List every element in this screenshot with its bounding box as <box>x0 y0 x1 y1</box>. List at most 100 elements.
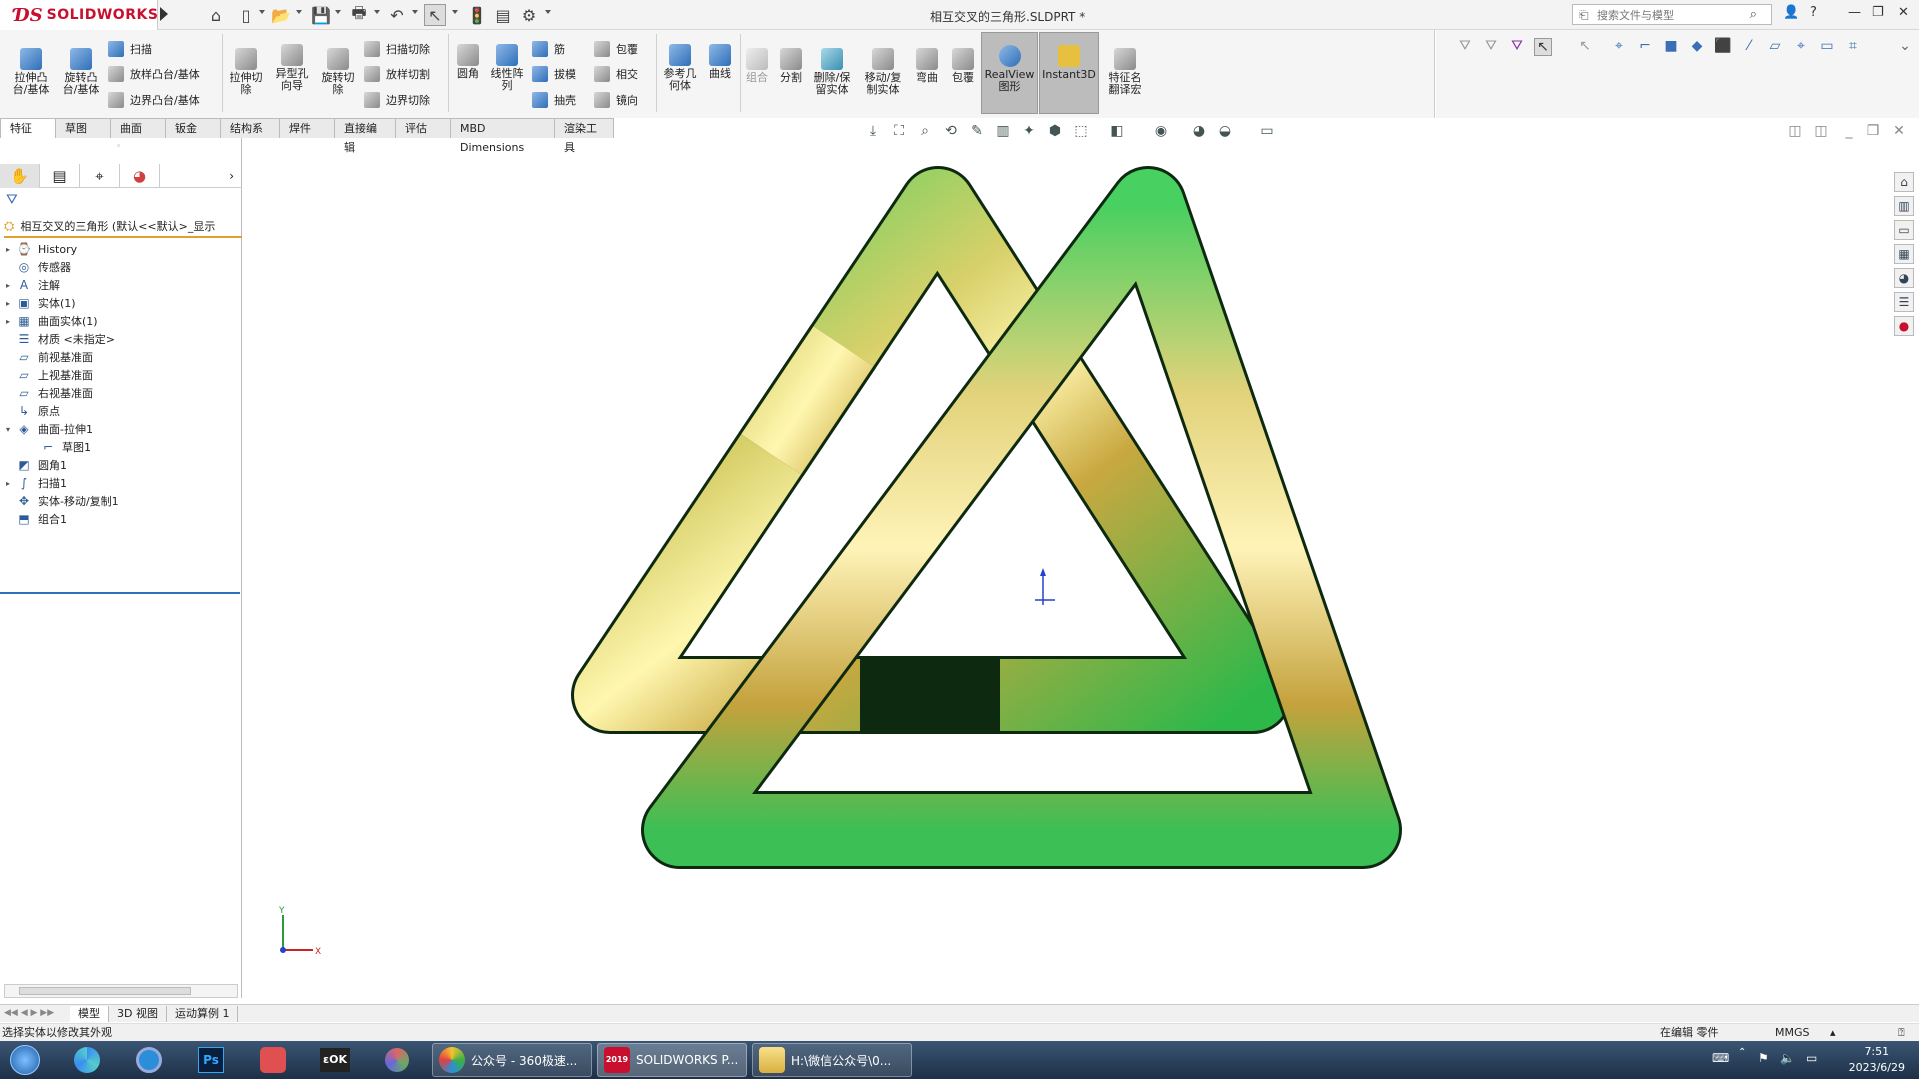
search-input[interactable]: ⎗ 搜索文件与模型 ⌕ <box>1572 4 1772 25</box>
taskbar-app-fan[interactable] <box>374 1044 420 1076</box>
filter-surface-icon[interactable]: ◆ <box>1688 38 1706 56</box>
search-scope-icon[interactable]: ⎗ <box>1579 8 1589 23</box>
select-arrow-icon[interactable]: ↖ <box>424 4 446 26</box>
new-document-icon[interactable]: ▯ <box>235 4 257 26</box>
help-icon[interactable]: ? <box>1810 5 1817 20</box>
system-clock[interactable]: 7:51 2023/6/29 <box>1849 1044 1905 1076</box>
viewport-tile-right-icon[interactable]: ◫ <box>1812 123 1830 141</box>
filter-solid-icon[interactable]: ⬛ <box>1714 38 1732 56</box>
display-manager-tab[interactable]: ◕ <box>120 164 160 188</box>
viewport-close-icon[interactable]: ✕ <box>1890 123 1908 141</box>
tab-nav-arrows-icon[interactable]: ◀◀ ◀ ▶ ▶▶ <box>0 1006 70 1022</box>
tab-model[interactable]: 模型 <box>70 1005 109 1022</box>
tab-render-tools[interactable]: 渲染工具 <box>554 118 614 154</box>
tree-item-history[interactable]: ▸ ⌚ History <box>6 240 77 258</box>
realview-graphics-button[interactable]: RealView 图形 <box>981 32 1038 114</box>
home-icon[interactable]: ⌂ <box>205 4 227 26</box>
mirror-button[interactable]: 镜向 <box>594 91 638 109</box>
tray-expand-icon[interactable]: ⌃ <box>1738 1047 1746 1058</box>
display-style-icon[interactable]: ◧ <box>1108 123 1126 141</box>
taskbar-button-solidworks[interactable]: 2019 SOLIDWORKS P... <box>597 1043 747 1077</box>
tab-features[interactable]: 特征 <box>0 118 56 138</box>
hide-show-items-icon[interactable]: ◉ <box>1152 123 1170 141</box>
tree-item-solid-bodies[interactable]: ▸ ▣ 实体(1) <box>6 294 76 312</box>
viewport-restore-icon[interactable]: ❐ <box>1864 123 1882 141</box>
boundary-boss-button[interactable]: 边界凸台/基体 <box>108 91 200 109</box>
custom-properties-icon[interactable]: ☰ <box>1894 292 1914 312</box>
rebuild-traffic-light-icon[interactable]: 🚦 <box>466 4 488 26</box>
tab-mbd-dimensions[interactable]: MBD Dimensions <box>450 118 555 154</box>
solidworks-resources-icon[interactable]: ⌂ <box>1894 172 1914 192</box>
sweep-cut-button[interactable]: 扫描切除 <box>364 40 430 58</box>
filter-icon[interactable]: ⛛ <box>1456 38 1474 56</box>
appearances-icon[interactable]: ◕ <box>1894 268 1914 288</box>
tree-item-right-plane[interactable]: ▱ 右视基准面 <box>6 384 93 402</box>
tray-flag-icon[interactable]: ⚑ <box>1758 1051 1769 1065</box>
taskbar-app-photoshop[interactable]: Ps <box>188 1044 234 1076</box>
extrude-cut-button[interactable]: 拉伸切 除 <box>226 48 266 96</box>
tree-item-material[interactable]: ☰ 材质 <未指定> <box>6 330 115 348</box>
restore-icon[interactable]: ❐ <box>1872 5 1884 20</box>
open-dropdown-icon[interactable] <box>296 10 302 14</box>
filter-dimension-icon[interactable]: ⌗ <box>1844 38 1862 56</box>
select-cursor-icon[interactable]: ↖ <box>1534 38 1552 56</box>
sweep-button[interactable]: 扫描 <box>108 40 152 58</box>
minimize-icon[interactable]: — <box>1848 5 1861 20</box>
revolve-boss-button[interactable]: 旋转凸 台/基体 <box>58 48 104 96</box>
feature-translate-macro-button[interactable]: 特征名 翻译宏 <box>1102 48 1148 96</box>
draft-button[interactable]: 拔模 <box>532 65 576 83</box>
tray-keyboard-icon[interactable]: ⌨ <box>1712 1051 1729 1065</box>
filter-toggle-icon[interactable]: ⛛ <box>1508 38 1526 56</box>
loft-cut-button[interactable]: 放样切割 <box>364 65 430 83</box>
intersect-button[interactable]: 相交 <box>594 65 638 83</box>
panel-expand-icon[interactable]: › <box>160 164 242 187</box>
property-manager-tab[interactable]: ▤ <box>40 164 80 188</box>
edit-appearance-icon[interactable]: ◕ <box>1190 123 1208 141</box>
viewport-tile-left-icon[interactable]: ◫ <box>1786 123 1804 141</box>
tree-item-annotations[interactable]: ▸ A 注解 <box>6 276 60 294</box>
graphics-viewport[interactable]: Y X <box>243 140 1888 1002</box>
new-dropdown-icon[interactable] <box>259 10 265 14</box>
file-properties-icon[interactable]: ▤ <box>492 4 514 26</box>
viewport-minimize-icon[interactable]: _ <box>1840 123 1858 141</box>
tooltip-toggle-icon[interactable]: ⍰ <box>1898 1024 1905 1041</box>
filter-axis-icon[interactable]: ⁄ <box>1740 38 1758 56</box>
save-dropdown-icon[interactable] <box>335 10 341 14</box>
previous-view-icon[interactable]: ⟲ <box>942 123 960 141</box>
save-icon[interactable]: 💾 <box>310 4 332 26</box>
design-library-icon[interactable]: ▥ <box>1894 196 1914 216</box>
extrude-boss-button[interactable]: 拉伸凸 台/基体 <box>8 48 54 96</box>
tab-direct-editing[interactable]: 直接编辑 <box>334 118 396 154</box>
filter-plane-icon[interactable]: ▱ <box>1766 38 1784 56</box>
print-dropdown-icon[interactable] <box>374 10 380 14</box>
tree-item-fillet1[interactable]: ◩ 圆角1 <box>6 456 67 474</box>
loft-boss-button[interactable]: 放样凸台/基体 <box>108 65 200 83</box>
taskbar-app-pinwheel[interactable] <box>64 1044 110 1076</box>
split-button[interactable]: 分割 <box>776 48 806 84</box>
toolbar-expand-icon[interactable]: ⌄ <box>1896 38 1914 56</box>
zoom-to-fit-icon[interactable]: ⛶ <box>890 123 908 141</box>
shell-button[interactable]: 抽壳 <box>532 91 576 109</box>
fillet-button[interactable]: 圆角 <box>452 44 484 80</box>
linear-pattern-button[interactable]: 线性阵 列 <box>486 44 528 92</box>
tab-evaluate[interactable]: 评估 <box>395 118 451 138</box>
boundary-cut-button[interactable]: 边界切除 <box>364 91 430 109</box>
filter-face-icon[interactable]: ■ <box>1662 38 1680 56</box>
tree-item-origin[interactable]: ↳ 原点 <box>6 402 60 420</box>
taskbar-button-360-browser[interactable]: 公众号 - 360极速... <box>432 1043 592 1077</box>
select-other-icon[interactable]: ↖ <box>1576 38 1594 56</box>
unit-system[interactable]: MMGS <box>1775 1024 1810 1041</box>
options-dropdown-icon[interactable] <box>545 10 551 14</box>
rib-button[interactable]: 筋 <box>532 40 565 58</box>
panel-grip-icon[interactable]: ◦ <box>116 142 121 152</box>
flex-button[interactable]: 弯曲 <box>912 48 942 84</box>
tab-motion-study[interactable]: 运动算例 1 <box>167 1005 239 1022</box>
tree-item-combine1[interactable]: ⬒ 组合1 <box>6 510 67 528</box>
filter-clear-icon[interactable]: ⛛ <box>1482 38 1500 56</box>
solidworks-forum-icon[interactable]: ● <box>1894 316 1914 336</box>
scrollbar-thumb[interactable] <box>19 987 191 995</box>
tab-sketch[interactable]: 草图 <box>55 118 111 138</box>
user-icon[interactable]: 👤 <box>1783 5 1799 20</box>
tree-item-surface-extrude1[interactable]: ▾ ◈ 曲面-拉伸1 <box>6 420 93 438</box>
tab-3d-view[interactable]: 3D 视图 <box>109 1005 167 1022</box>
